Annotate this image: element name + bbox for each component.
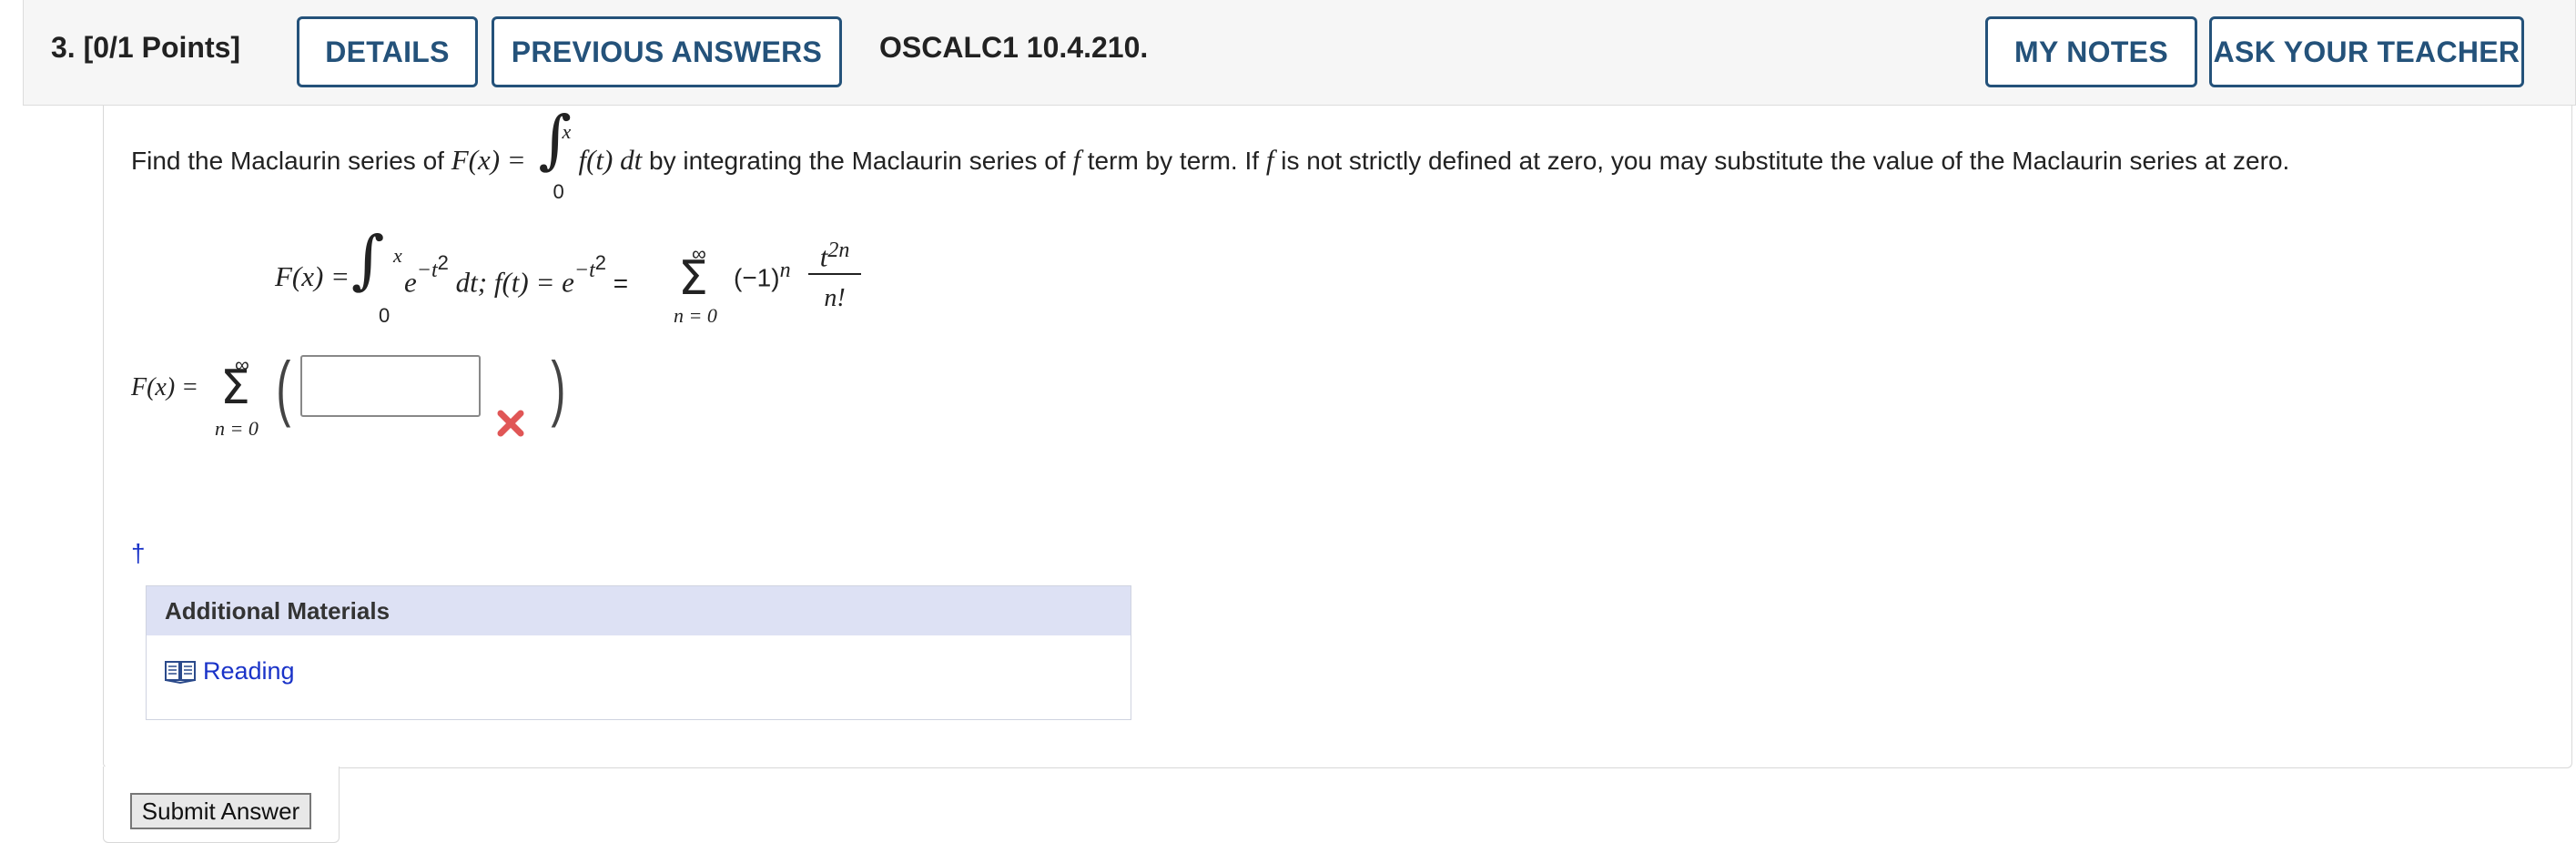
question-header: 3. [0/1 Points] DETAILS PREVIOUS ANSWERS… bbox=[23, 0, 2576, 106]
given-integral: ∫ bbox=[351, 228, 384, 291]
problem-id: OSCALC1 10.4.210. bbox=[879, 31, 1149, 64]
submit-answer-button[interactable]: Submit Answer bbox=[130, 793, 311, 829]
integral-upper: x bbox=[393, 244, 402, 267]
book-icon bbox=[165, 660, 196, 684]
points-label: [0/1 Points] bbox=[83, 31, 241, 64]
fraction-numerator: t2n bbox=[808, 239, 861, 276]
sum-sign: Σ bbox=[678, 251, 708, 306]
additional-materials-panel: Additional Materials Reading bbox=[146, 585, 1131, 720]
integral-sign: ∫ bbox=[351, 222, 385, 297]
answer-lhs: F(x) = bbox=[131, 373, 199, 401]
previous-answers-button[interactable]: PREVIOUS ANSWERS bbox=[492, 16, 842, 87]
answer-sum-lower: n = 0 bbox=[215, 417, 259, 440]
fraction-denominator: n! bbox=[824, 284, 846, 312]
given-integrand: e−t2 dt; f(t) = e−t2 = bbox=[404, 251, 629, 299]
given-term: (−1)n bbox=[734, 259, 791, 292]
incorrect-x-icon bbox=[497, 410, 524, 437]
reading-link[interactable]: Reading bbox=[165, 657, 295, 686]
sum-lower: n = 0 bbox=[674, 304, 717, 327]
right-paren: ) bbox=[551, 347, 566, 428]
question-number: 3. [0/1 Points] bbox=[51, 31, 241, 64]
details-button[interactable]: DETAILS bbox=[297, 16, 478, 87]
answer-input[interactable] bbox=[300, 355, 481, 417]
answer-sum-sign: Σ bbox=[220, 361, 250, 415]
reading-label: Reading bbox=[203, 657, 295, 685]
left-paren: ( bbox=[276, 347, 291, 428]
footnote-dagger: † bbox=[131, 539, 146, 567]
ask-your-teacher-button[interactable]: ASK YOUR TEACHER bbox=[2209, 16, 2524, 87]
additional-materials-title: Additional Materials bbox=[147, 586, 1131, 635]
question-prompt: Find the Maclaurin series of F(x) = ∫ x … bbox=[131, 102, 2290, 203]
given-formula: F(x) = bbox=[275, 260, 350, 292]
my-notes-button[interactable]: MY NOTES bbox=[1985, 16, 2197, 87]
integral-lower: 0 bbox=[379, 304, 390, 327]
